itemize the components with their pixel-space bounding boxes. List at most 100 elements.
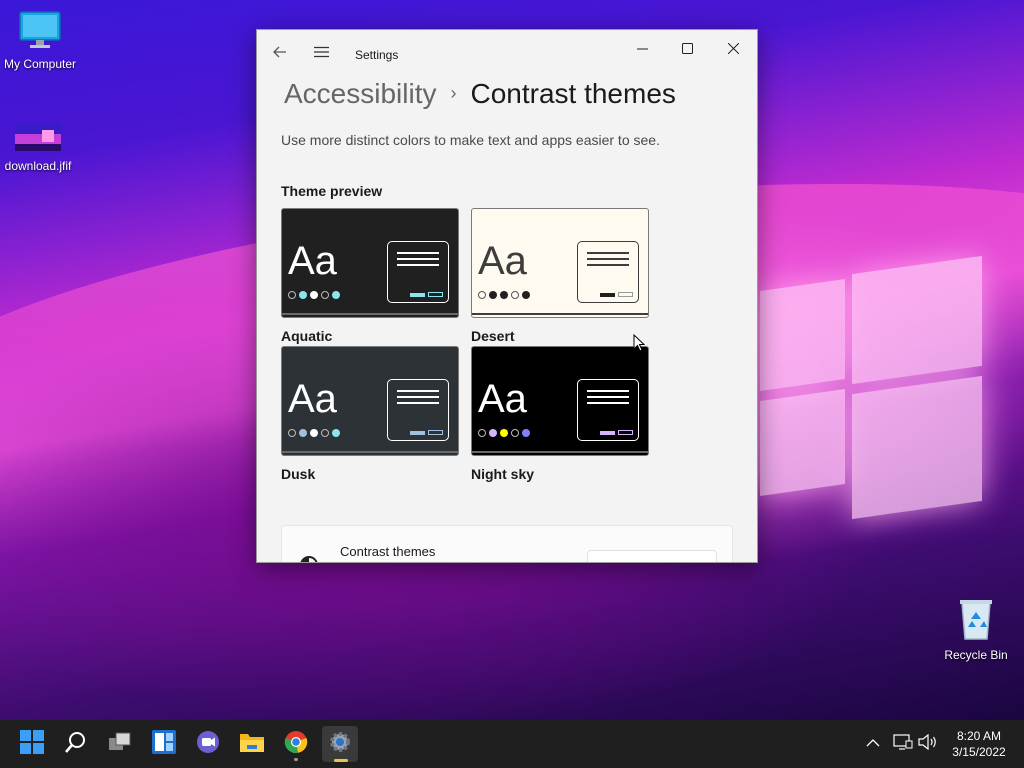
preview-divider <box>282 313 458 315</box>
chat-button[interactable] <box>190 726 226 762</box>
active-app-indicator <box>334 759 348 762</box>
mouse-cursor-icon <box>633 333 646 357</box>
theme-sample-text: Aa <box>288 239 337 283</box>
theme-sample-text: Aa <box>478 239 527 283</box>
gear-icon <box>328 730 352 759</box>
color-swatch <box>489 291 497 299</box>
search-button[interactable] <box>58 726 94 762</box>
running-indicator <box>294 758 298 761</box>
preview-primary-button <box>410 431 425 435</box>
color-swatch <box>332 429 340 437</box>
folder-icon <box>239 731 265 758</box>
theme-card-aquatic[interactable]: Aa <box>281 208 459 318</box>
minimize-button[interactable] <box>627 34 657 64</box>
theme-color-swatches <box>288 291 340 299</box>
preview-text-line <box>587 258 629 260</box>
theme-color-swatches <box>478 291 530 299</box>
theme-card-desert[interactable]: Aa <box>471 208 649 318</box>
search-icon <box>65 731 87 758</box>
contrast-themes-label: Contrast themes <box>340 544 436 559</box>
preview-text-line <box>587 252 629 254</box>
monitor-icon <box>0 10 80 53</box>
preview-text-line <box>587 264 629 266</box>
settings-taskbar-button[interactable] <box>322 726 358 762</box>
preview-text-line <box>397 396 439 398</box>
theme-name-label: Desert <box>471 328 515 344</box>
preview-divider <box>282 451 458 453</box>
menu-button[interactable] <box>306 38 336 68</box>
task-view-icon <box>108 731 132 758</box>
minimize-icon <box>636 41 648 57</box>
title-bar: Settings <box>257 30 757 78</box>
breadcrumb: Accessibility › Contrast themes <box>284 78 676 110</box>
preview-text-line <box>397 264 439 266</box>
desktop-icon-label: My Computer <box>3 57 77 71</box>
show-hidden-icons-button[interactable] <box>866 720 880 768</box>
theme-name-label: Dusk <box>281 466 316 482</box>
preview-text-line <box>587 396 629 398</box>
theme-card-night-sky[interactable]: Aa <box>471 346 649 456</box>
maximize-button[interactable] <box>672 34 702 64</box>
contrast-icon <box>300 556 318 562</box>
color-swatch <box>288 291 296 299</box>
task-view-button[interactable] <box>102 726 138 762</box>
color-swatch <box>321 429 329 437</box>
desktop-icon-recycle-bin[interactable]: Recycle Bin <box>936 597 1016 662</box>
network-icon <box>893 733 913 756</box>
desktop-icon-label: Recycle Bin <box>944 648 1008 662</box>
color-swatch <box>511 291 519 299</box>
preview-primary-button <box>600 431 615 435</box>
file-explorer-button[interactable] <box>234 726 270 762</box>
preview-primary-button <box>410 293 425 297</box>
desktop-icon-my-computer[interactable]: My Computer <box>0 10 80 71</box>
clock-date: 3/15/2022 <box>952 745 1006 759</box>
chevron-up-icon <box>866 735 880 753</box>
color-swatch <box>478 291 486 299</box>
maximize-icon <box>681 41 693 57</box>
contrast-theme-dropdown[interactable] <box>587 550 717 562</box>
color-swatch <box>288 429 296 437</box>
color-swatch <box>310 429 318 437</box>
theme-window-preview <box>387 241 449 303</box>
color-swatch <box>500 429 508 437</box>
breadcrumb-parent-link[interactable]: Accessibility <box>284 78 436 109</box>
preview-text-line <box>587 390 629 392</box>
back-button[interactable] <box>265 38 295 68</box>
theme-name-label: Night sky <box>471 466 535 482</box>
close-icon <box>727 41 739 57</box>
theme-card-dusk[interactable]: Aa <box>281 346 459 456</box>
taskbar-clock[interactable]: 8:20 AM 3/15/2022 <box>946 728 1012 760</box>
settings-window: Settings Accessibility › Contrast themes U… <box>256 29 758 563</box>
preview-text-line <box>397 258 439 260</box>
preview-secondary-button <box>618 292 633 297</box>
theme-color-swatches <box>478 429 530 437</box>
preview-text-line <box>397 402 439 404</box>
volume-tray-button[interactable] <box>918 720 938 768</box>
preview-text-line <box>397 390 439 392</box>
preview-secondary-button <box>618 430 633 435</box>
theme-preview-heading: Theme preview <box>281 183 383 199</box>
preview-text-line <box>587 402 629 404</box>
taskbar: 8:20 AM 3/15/2022 <box>0 720 1024 768</box>
theme-window-preview <box>577 241 639 303</box>
chrome-button[interactable] <box>278 726 314 762</box>
preview-text-line <box>397 252 439 254</box>
network-tray-button[interactable] <box>893 720 913 768</box>
speaker-icon <box>918 733 938 755</box>
back-arrow-icon <box>273 45 287 61</box>
widgets-button[interactable] <box>146 726 182 762</box>
image-file-icon <box>0 122 78 155</box>
close-button[interactable] <box>718 34 748 64</box>
preview-secondary-button <box>428 430 443 435</box>
theme-color-swatches <box>288 429 340 437</box>
color-swatch <box>310 291 318 299</box>
windows-logo-reflection <box>760 255 992 520</box>
recycle-bin-icon <box>936 597 1016 644</box>
desktop-icon-download-jfif[interactable]: download.jfif <box>0 122 78 173</box>
preview-primary-button <box>600 293 615 297</box>
clock-time: 8:20 AM <box>956 729 1002 743</box>
page-description: Use more distinct colors to make text an… <box>281 132 660 148</box>
color-swatch <box>321 291 329 299</box>
desktop-icon-label: download.jfif <box>4 159 72 173</box>
start-button[interactable] <box>14 726 50 762</box>
